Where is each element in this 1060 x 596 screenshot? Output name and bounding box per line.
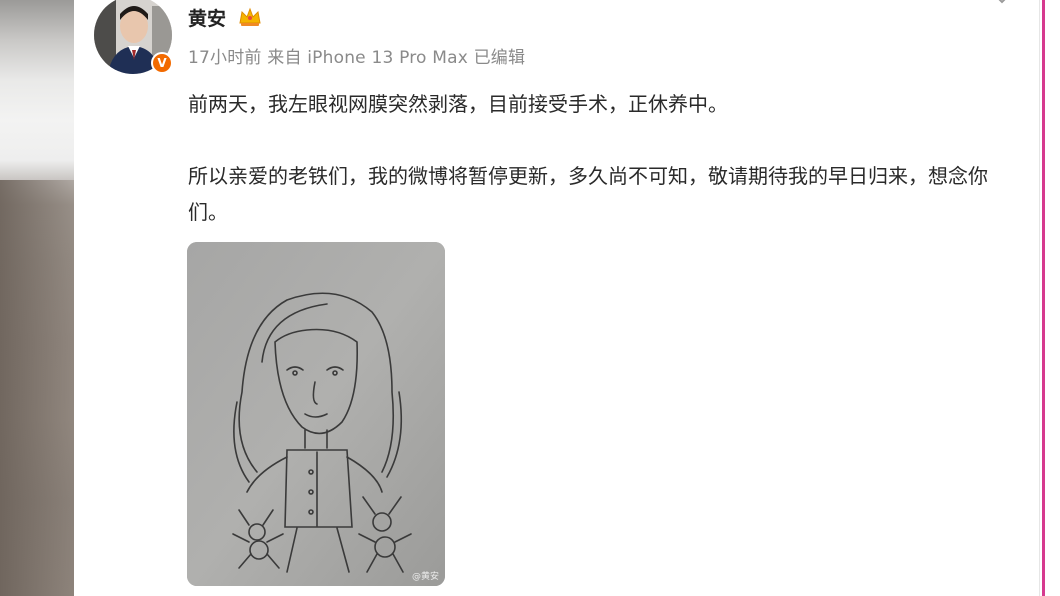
- edited-label[interactable]: 已编辑: [474, 48, 526, 68]
- post-paragraph: 所以亲爱的老铁们，我的微博将暂停更新，多久尚不可知，敬请期待我的早日归来，想念你…: [188, 164, 988, 224]
- post-body: 前两天，我左眼视网膜突然剥落，目前接受手术，正休养中。 所以亲爱的老铁们，我的微…: [188, 86, 1018, 230]
- crown-icon[interactable]: [238, 6, 262, 28]
- post-paragraph: 前两天，我左眼视网膜突然剥落，目前接受手术，正休养中。: [188, 92, 728, 116]
- chevron-down-icon[interactable]: [992, 0, 1012, 8]
- accent-line: [1042, 0, 1045, 596]
- post-time[interactable]: 17小时前: [188, 48, 262, 68]
- verified-badge-icon: V: [151, 52, 173, 74]
- author-name[interactable]: 黄安: [188, 4, 226, 31]
- post-image[interactable]: @黄安: [187, 242, 445, 586]
- background-strip-left: [0, 0, 74, 596]
- right-edge-strip: [1039, 0, 1060, 596]
- weibo-post-card: V 黄安 17小时前 来自 iPhone 13 Pro Max 已编辑 前两天，…: [74, 0, 1040, 596]
- child-drawing-image: [187, 242, 445, 586]
- post-source: 来自 iPhone 13 Pro Max: [267, 48, 468, 68]
- image-watermark: @黄安: [411, 572, 439, 582]
- post-meta: 17小时前 来自 iPhone 13 Pro Max 已编辑: [188, 43, 525, 68]
